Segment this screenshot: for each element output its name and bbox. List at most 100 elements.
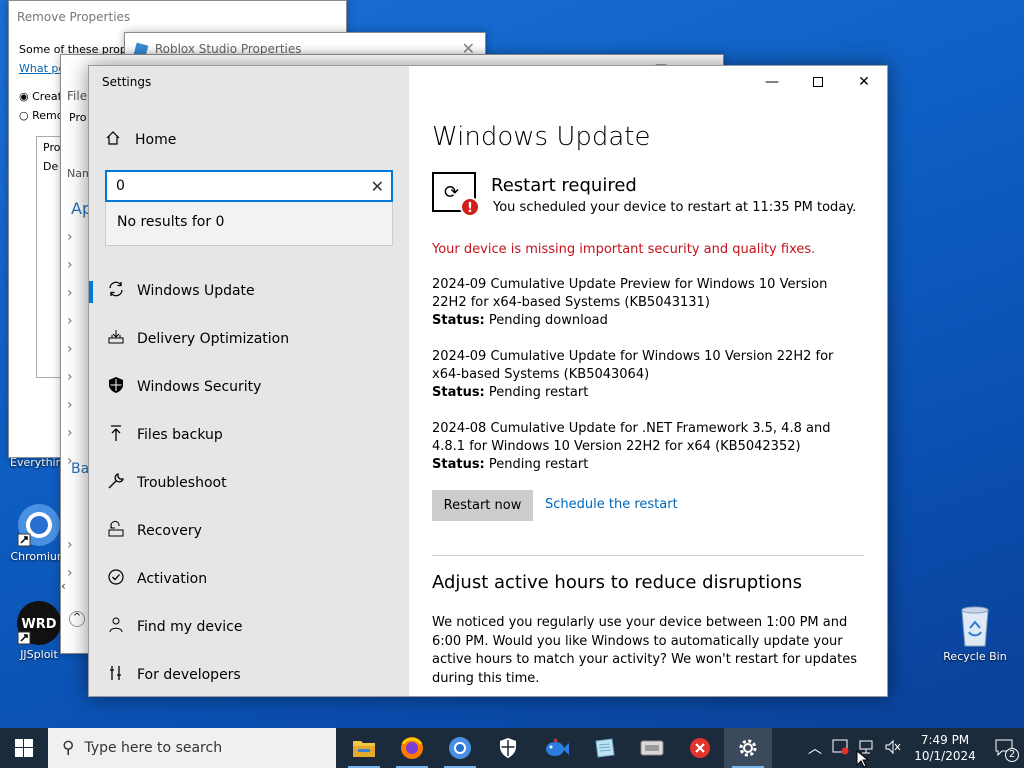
- update-status: Pending restart: [488, 385, 589, 400]
- active-hours-title: Adjust active hours to reduce disruption…: [432, 572, 803, 593]
- update-name: 2024-09 Cumulative Update Preview for Wi…: [432, 277, 828, 310]
- clock[interactable]: 7:49 PM 10/1/2024: [910, 732, 980, 764]
- nav-label: Windows Security: [137, 379, 262, 395]
- settings-gear-icon[interactable]: [724, 728, 772, 768]
- update-name: 2024-09 Cumulative Update for Windows 10…: [432, 349, 834, 382]
- nav-recovery[interactable]: Recovery: [89, 511, 409, 551]
- fish-app-icon[interactable]: [532, 728, 580, 768]
- nav-label: Activation: [137, 571, 208, 587]
- page-title: Windows Update: [432, 122, 651, 152]
- radio-remove[interactable]: ○ Remo: [19, 109, 63, 122]
- nav-files-backup[interactable]: Files backup: [89, 415, 409, 455]
- group-ba: Ba: [71, 461, 90, 477]
- radio-create[interactable]: ◉ Creat: [19, 90, 62, 103]
- chevron-up-icon[interactable]: ︿: [808, 738, 822, 758]
- window-controls: — ✕: [749, 66, 887, 98]
- window-title: Remove Properties: [17, 10, 131, 24]
- clear-search-icon[interactable]: ✕: [371, 177, 384, 196]
- windows-logo-icon: [15, 739, 33, 757]
- nav-label: Troubleshoot: [137, 475, 227, 491]
- desktop-icon-label: JJSploit: [20, 648, 58, 661]
- nav-activation[interactable]: Activation: [89, 559, 409, 599]
- nav-label: Recovery: [137, 523, 202, 539]
- drive-app-icon[interactable]: [628, 728, 676, 768]
- nav-for-developers[interactable]: For developers: [89, 655, 409, 695]
- taskbar-search[interactable]: ⚲ Type here to search: [48, 728, 336, 768]
- radio-label: Creat: [32, 90, 62, 103]
- backup-arrow-icon: [104, 424, 128, 446]
- chromium-icon[interactable]: [436, 728, 484, 768]
- home-icon: [105, 130, 121, 150]
- restart-required-icon: ⟳ !: [432, 172, 480, 217]
- recovery-icon: [104, 520, 128, 542]
- close-button[interactable]: ✕: [841, 66, 887, 98]
- maximize-button[interactable]: [795, 66, 841, 98]
- status-label: Status:: [432, 385, 485, 400]
- home-label: Home: [135, 132, 177, 148]
- recycle-bin-icon: [952, 602, 998, 648]
- minimize-button[interactable]: —: [749, 66, 795, 98]
- desktop-icon-label: Chromium: [10, 550, 68, 563]
- nav-windows-security[interactable]: Windows Security: [89, 367, 409, 407]
- search-field[interactable]: ✕: [105, 170, 393, 202]
- taskbar: ⚲ Type here to search ︿ 7:49 PM 10/1/202…: [0, 728, 1024, 768]
- check-circle-icon: [104, 568, 128, 590]
- developer-icon: [104, 664, 128, 686]
- chevron-list: › › › › › › › › › › ›: [67, 229, 73, 581]
- notepad-app-icon[interactable]: [580, 728, 628, 768]
- divider: [432, 555, 864, 556]
- settings-window: Settings Home ✕ No results for 0 Windows…: [88, 65, 888, 697]
- search-no-results: No results for 0: [105, 202, 393, 246]
- update-status: Pending download: [488, 313, 608, 328]
- search-input[interactable]: [107, 172, 357, 200]
- restart-title: Restart required: [491, 175, 637, 196]
- notification-count: 2: [1005, 747, 1019, 762]
- nav-delivery-optimization[interactable]: Delivery Optimization: [89, 319, 409, 359]
- nav-label: Windows Update: [137, 283, 255, 299]
- status-label: Status:: [432, 457, 485, 472]
- nav-windows-update[interactable]: Windows Update: [89, 271, 409, 311]
- update-item: 2024-09 Cumulative Update Preview for Wi…: [432, 276, 862, 330]
- start-button[interactable]: [0, 728, 48, 768]
- clock-time: 7:49 PM: [920, 733, 970, 747]
- nav-label: Delivery Optimization: [137, 331, 290, 347]
- label-pro: Pro: [69, 111, 87, 124]
- red-x-app-icon[interactable]: [676, 728, 724, 768]
- nav-label: For developers: [137, 667, 241, 683]
- delivery-icon: [104, 328, 128, 350]
- sync-icon: [104, 280, 128, 302]
- nav-find-my-device[interactable]: Find my device: [89, 607, 409, 647]
- help-link[interactable]: What pe: [19, 62, 65, 75]
- volume-muted-icon[interactable]: [884, 739, 902, 758]
- schedule-restart-link[interactable]: Schedule the restart: [545, 497, 678, 512]
- menu-file[interactable]: File: [67, 89, 87, 103]
- security-center-icon[interactable]: [832, 739, 850, 758]
- settings-sidebar: Settings Home ✕ No results for 0 Windows…: [89, 66, 409, 696]
- restart-now-button[interactable]: Restart now: [432, 490, 533, 521]
- update-item: 2024-08 Cumulative Update for .NET Frame…: [432, 420, 862, 474]
- status-label: Status:: [432, 313, 485, 328]
- nav-troubleshoot[interactable]: Troubleshoot: [89, 463, 409, 503]
- shield-icon: [104, 376, 128, 398]
- system-tray: ︿ 7:49 PM 10/1/2024 2: [808, 728, 1024, 768]
- nav-label: Files backup: [137, 427, 223, 443]
- search-placeholder: Type here to search: [84, 740, 223, 756]
- notification-center-icon[interactable]: 2: [994, 738, 1019, 762]
- wrench-icon: [104, 472, 128, 494]
- home-link[interactable]: Home: [105, 130, 176, 150]
- search-icon: ⚲: [62, 738, 75, 758]
- security-shield-icon[interactable]: [484, 728, 532, 768]
- firefox-icon[interactable]: [388, 728, 436, 768]
- update-item: 2024-09 Cumulative Update for Windows 10…: [432, 348, 862, 402]
- svg-text:WRD: WRD: [21, 617, 56, 632]
- desktop-icon-label: Recycle Bin: [943, 650, 1007, 663]
- active-hours-text: We noticed you regularly use your device…: [432, 615, 857, 686]
- mouse-cursor-icon: [856, 750, 870, 768]
- scroll-left-icon[interactable]: ‹: [61, 579, 89, 595]
- chromium-icon: [16, 502, 62, 548]
- desktop-icon-recycle-bin[interactable]: Recycle Bin: [940, 602, 1010, 663]
- up-icon[interactable]: ^: [69, 611, 85, 627]
- update-status: Pending restart: [488, 457, 589, 472]
- file-explorer-icon[interactable]: [340, 728, 388, 768]
- radio-label: Remo: [32, 109, 64, 122]
